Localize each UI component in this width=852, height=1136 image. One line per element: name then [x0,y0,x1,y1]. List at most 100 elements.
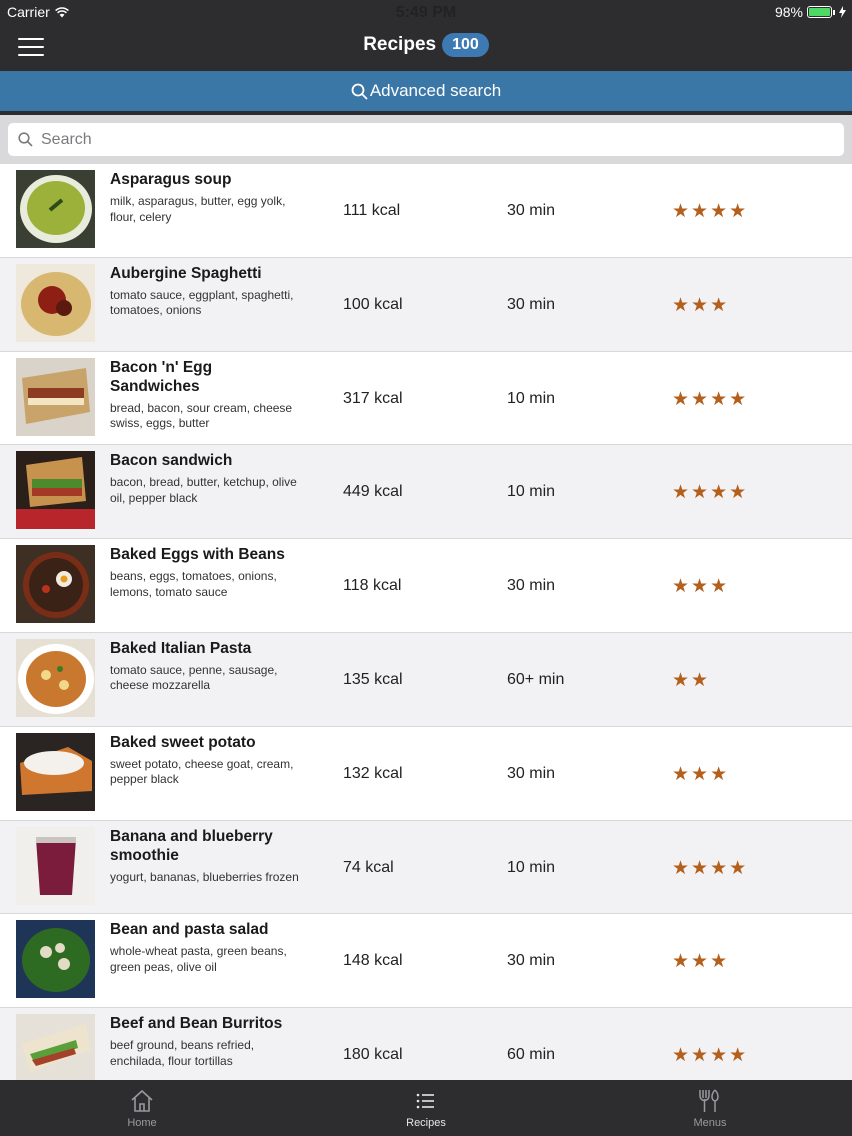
recipe-time: 10 min [507,483,556,501]
star-icon: ★ [672,201,692,222]
star-icon: ★ [729,1045,749,1067]
search-input[interactable] [41,130,785,149]
star-icon: ★ [672,857,692,879]
battery-icon [807,6,832,18]
recipe-thumbnail [16,357,95,436]
star-icon: ★ [691,857,711,879]
recipe-row[interactable]: Aubergine Spaghetti tomato sauce, eggplan… [0,257,852,352]
page-title: Recipes 100 [0,33,852,57]
recipe-name: Asparagus soup [110,171,232,188]
recipe-name: Aubergine Spaghetti [110,264,262,282]
status-time: 5:49 PM [395,4,457,21]
recipe-row[interactable]: Baked Eggs with Beans beans, eggs, tomato… [0,539,852,633]
star-icon: ★ [691,201,711,222]
recipe-calories: 317 kcal [343,389,403,407]
star-icon: ★ [710,201,730,222]
star-icon: ★ [672,576,692,598]
recipe-calories: 132 kcal [343,764,403,782]
recipe-thumbnail [16,263,95,342]
recipe-name: Bacon sandwich [110,452,233,470]
advanced-search-label: Advanced search [369,81,502,100]
recipe-rating: ★★★ [672,575,729,598]
recipe-time: 30 min [507,202,556,219]
recipe-thumbnail [16,732,95,811]
recipe-calories: 135 kcal [343,670,403,688]
recipe-calories: 449 kcal [343,483,403,501]
recipe-name: Baked Eggs with Beans [110,546,285,564]
recipe-row[interactable]: Baked sweet potato sweet potato, cheese g… [0,727,852,821]
search-bar [0,115,852,164]
recipe-rating: ★★★ [672,950,729,973]
star-icon: ★ [729,482,749,504]
tab-label: Home [127,1117,157,1129]
recipe-row[interactable]: Beef and Bean Burritos beef ground, beans… [0,1008,852,1080]
star-icon: ★ [710,482,730,504]
recipe-rating: ★★★★ [672,857,748,880]
battery-percent: 98% [774,4,803,20]
recipe-row[interactable]: Bean and pasta salad whole-wheat pasta, g… [0,914,852,1009]
recipe-calories: 74 kcal [343,858,394,876]
recipe-time: 30 min [507,764,556,782]
recipe-row[interactable]: Bacon 'n' Egg Sandwiches bread, bacon, so… [0,352,852,446]
recipe-thumbnail [16,545,95,624]
star-icon: ★ [672,294,692,316]
star-icon: ★ [691,951,711,973]
recipe-rating: ★★★ [672,763,729,786]
recipe-rating: ★★ [672,669,710,692]
recipe-time: 60+ min [507,670,565,688]
navigation-bar: Recipes 100 [0,24,852,71]
recipe-time: 60 min [507,1046,556,1064]
star-icon: ★ [710,388,730,410]
recipe-thumbnail [16,451,95,530]
recipe-ingredients: bread, bacon, sour cream, cheese swiss, … [110,400,293,431]
star-icon: ★ [672,482,692,504]
charging-bolt-icon [839,6,846,18]
recipe-time: 10 min [507,858,556,876]
star-icon: ★ [710,1045,730,1067]
recipe-calories: 180 kcal [343,1046,403,1064]
star-icon: ★ [672,669,692,691]
star-icon: ★ [691,1045,711,1067]
recipe-time: 30 min [507,577,556,595]
tab-home[interactable]: Home [0,1080,284,1136]
recipe-count-badge: 100 [442,33,489,57]
star-icon: ★ [729,388,749,410]
star-icon: ★ [710,857,730,879]
recipe-calories: 148 kcal [343,952,403,970]
recipe-calories: 100 kcal [343,295,403,313]
star-icon: ★ [710,294,730,316]
tab-menus[interactable]: Menus [568,1080,852,1136]
advanced-search-button[interactable]: Advanced search [0,71,852,111]
recipe-ingredients: tomato sauce, penne, sausage, cheese moz… [110,662,278,693]
battery-indicator: 98% [775,4,846,20]
list-icon [416,1093,434,1109]
recipe-thumbnail [16,1014,95,1080]
recipe-rating: ★★★ [672,294,729,317]
star-icon: ★ [729,857,749,879]
star-icon: ★ [672,951,692,973]
page-title-text: Recipes [363,34,437,55]
recipe-rating: ★★★★ [672,481,748,504]
star-icon: ★ [672,763,692,785]
star-icon: ★ [672,1045,692,1067]
recipe-row[interactable]: Banana and blueberry smoothie yogurt, ban… [0,820,852,915]
star-icon: ★ [691,669,711,691]
tab-recipes[interactable]: Recipes [284,1080,568,1136]
search-icon [18,132,33,147]
recipe-name: Banana and blueberry smoothie [110,827,273,864]
recipe-name: Baked Italian Pasta [110,639,252,657]
recipe-list: Asparagus soup milk, asparagus, butter, e… [0,164,852,1080]
recipe-ingredients: tomato sauce, eggplant, spaghetti, tomat… [110,287,294,318]
recipe-calories: 118 kcal [343,577,402,595]
recipe-row[interactable]: Baked Italian Pasta tomato sauce, penne, … [0,632,852,727]
recipe-time: 30 min [507,295,556,313]
tab-label: Menus [693,1117,727,1129]
star-icon: ★ [691,482,711,504]
cutlery-icon [699,1089,719,1112]
search-field[interactable] [8,123,844,156]
recipe-ingredients: milk, asparagus, butter, egg yolk, flour… [110,194,286,224]
recipe-ingredients: beans, eggs, tomatoes, onions, lemons, t… [110,569,277,599]
recipe-row[interactable]: Bacon sandwich bacon, bread, butter, ketc… [0,445,852,540]
recipe-row[interactable]: Asparagus soup milk, asparagus, butter, e… [0,164,852,258]
recipe-time: 10 min [507,389,556,407]
